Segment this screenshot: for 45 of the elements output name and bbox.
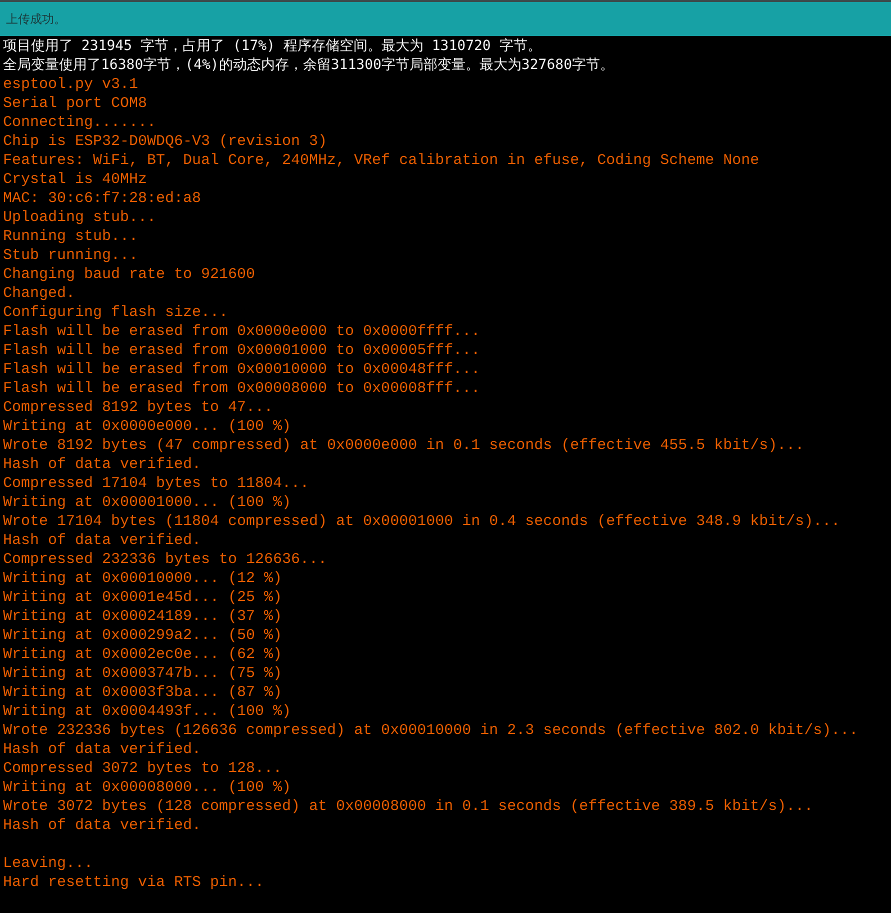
console-line: Writing at 0x0003747b... (75 %): [3, 664, 282, 683]
console-line: Hash of data verified.: [3, 816, 202, 835]
console-line: Compressed 17104 bytes to 11804...: [3, 474, 310, 493]
console-line: 全局变量使用了16380字节，(4%)的动态内存，余留311300字节局部变量。最大为327680字节。: [3, 56, 614, 75]
console-line: Writing at 0x0000e000... (100 %): [3, 417, 292, 436]
console-line: Writing at 0x0002ec0e... (62 %): [3, 645, 282, 664]
console-line: Compressed 3072 bytes to 128...: [3, 759, 282, 778]
console-line: Features: WiFi, BT, Dual Core, 240MHz, VRef calibration in efuse, Coding Scheme None: [3, 151, 760, 170]
console-line: Crystal is 40MHz: [3, 170, 148, 189]
console-line: Wrote 232336 bytes (126636 compressed) at 0x00010000 in 2.3 seconds (effective 802.0 kbit/s)...: [3, 721, 858, 740]
console-line: Flash will be erased from 0x00008000 to 0x00008fff...: [3, 379, 480, 398]
console-line: Writing at 0x00010000... (12 %): [3, 569, 282, 588]
console-line: esptool.py v3.1: [3, 75, 138, 94]
console-line: MAC: 30:c6:f7:28:ed:a8: [3, 189, 202, 208]
console-line: Writing at 0x0003f3ba... (87 %): [3, 683, 282, 702]
console-line: Writing at 0x0001e45d... (25 %): [3, 588, 282, 607]
console-line: Flash will be erased from 0x0000e000 to 0x0000ffff...: [3, 322, 480, 341]
console-line: Flash will be erased from 0x00010000 to 0x00048fff...: [3, 360, 480, 379]
console-line: Compressed 232336 bytes to 126636...: [3, 550, 328, 569]
console-line: Running stub...: [3, 227, 138, 246]
console-line: Stub running...: [3, 246, 138, 265]
console-line: Hash of data verified.: [3, 531, 202, 550]
console-line: 项目使用了 231945 字节，占用了 (17%) 程序存储空间。最大为 1310720 字节。: [3, 37, 542, 56]
console-line: Writing at 0x00008000... (100 %): [3, 778, 292, 797]
console-line: Wrote 8192 bytes (47 compressed) at 0x0000e000 in 0.1 seconds (effective 455.5 kbit/s)...: [3, 436, 804, 455]
console-line: Leaving...: [3, 854, 94, 873]
status-message: 上传成功。: [6, 11, 66, 28]
console-line: Wrote 17104 bytes (11804 compressed) at 0x00001000 in 0.4 seconds (effective 348.9 kbit/s)...: [3, 512, 840, 531]
console-line: Wrote 3072 bytes (128 compressed) at 0x00008000 in 0.1 seconds (effective 389.5 kbit/s)...: [3, 797, 814, 816]
console-line: Hash of data verified.: [3, 740, 202, 759]
console-line: Flash will be erased from 0x00001000 to 0x00005fff...: [3, 341, 480, 360]
console-line: Changed.: [3, 284, 76, 303]
console-line: Serial port COM8: [3, 94, 148, 113]
console-line: Changing baud rate to 921600: [3, 265, 256, 284]
console-line: Writing at 0x000299a2... (50 %): [3, 626, 282, 645]
console-line: Writing at 0x00024189... (37 %): [3, 607, 282, 626]
console-line: Uploading stub...: [3, 208, 156, 227]
console-line: Writing at 0x0004493f... (100 %): [3, 702, 292, 721]
console-line: Configuring flash size...: [3, 303, 228, 322]
console-line: Chip is ESP32-D0WDQ6-V3 (revision 3): [3, 132, 328, 151]
console-line: Compressed 8192 bytes to 47...: [3, 398, 274, 417]
console-line: Writing at 0x00001000... (100 %): [3, 493, 292, 512]
console-line: Hash of data verified.: [3, 455, 202, 474]
console-line: Connecting.......: [3, 113, 156, 132]
console-line: Hard resetting via RTS pin...: [3, 873, 264, 892]
